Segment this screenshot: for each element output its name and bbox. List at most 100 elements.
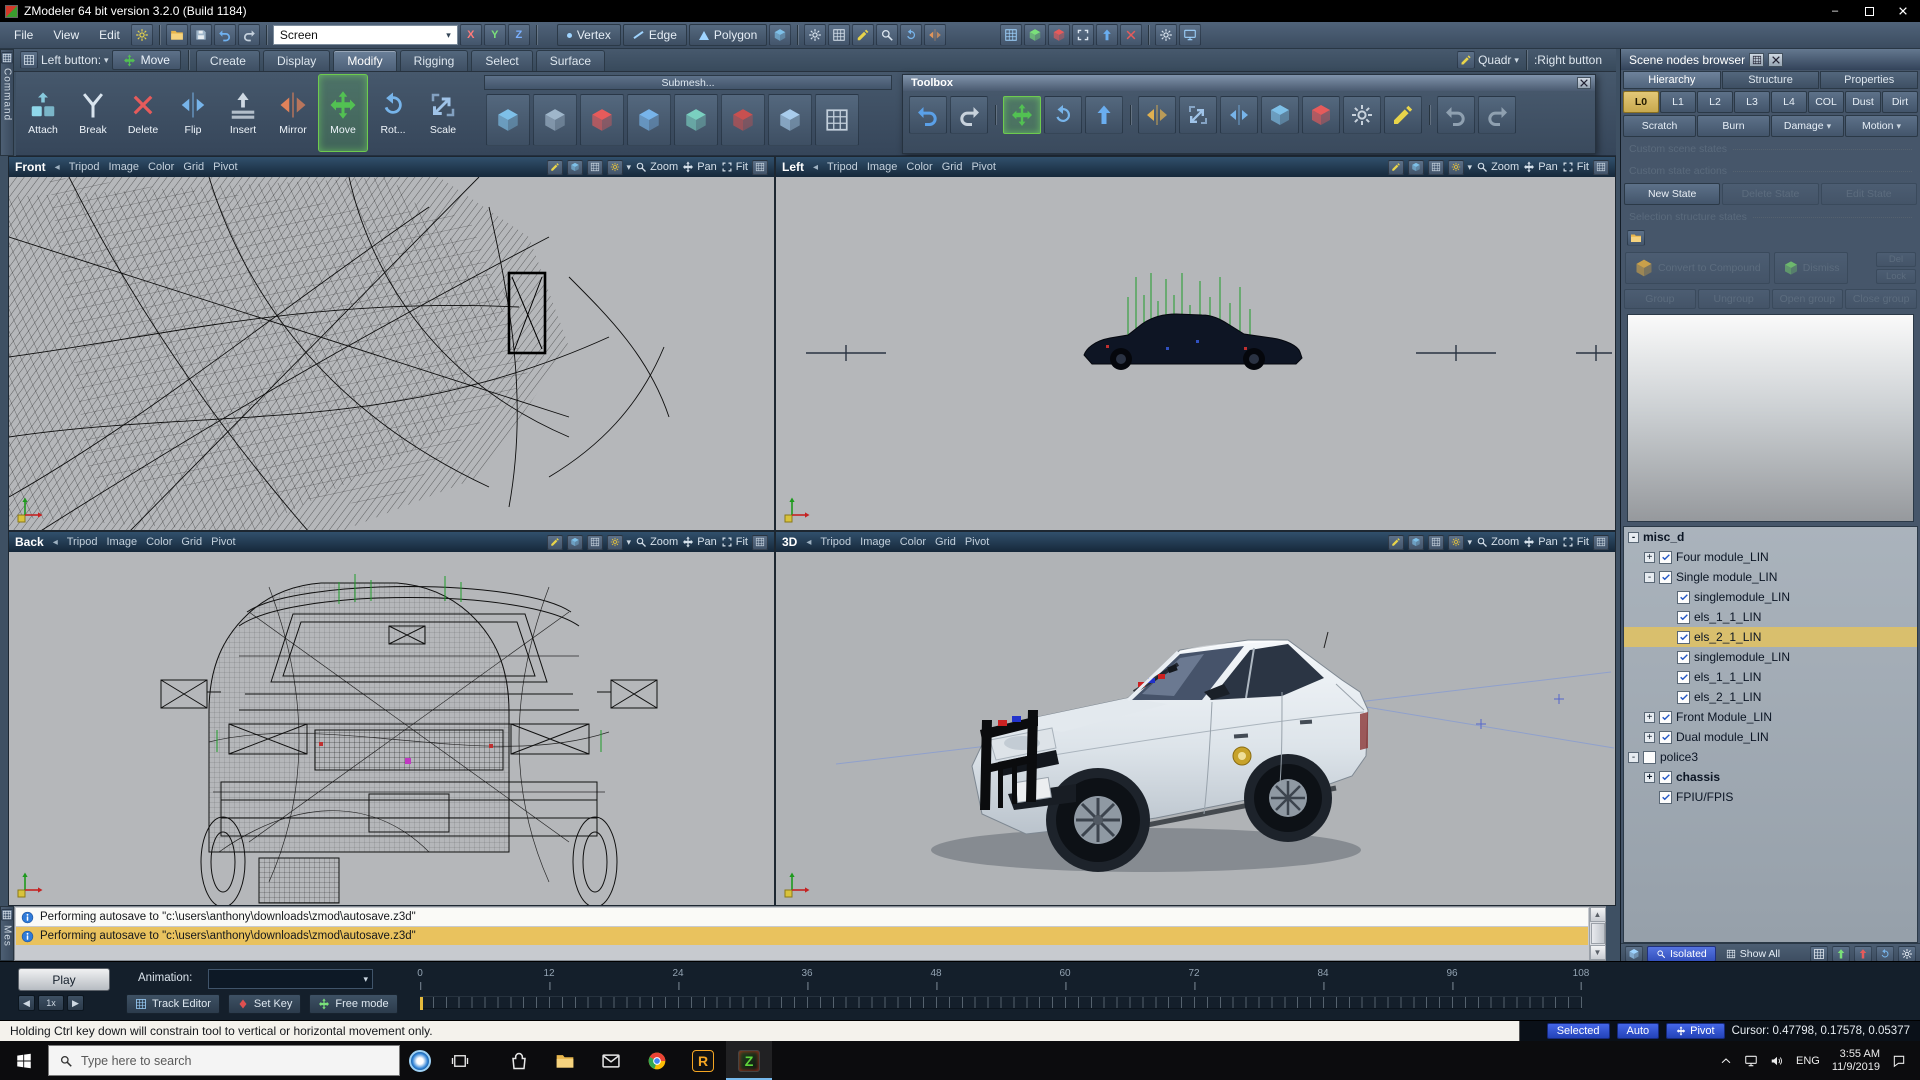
submesh-sever-icon[interactable] <box>721 94 765 146</box>
pin-panel-icon[interactable] <box>1749 53 1764 67</box>
menu-view[interactable]: View <box>44 24 88 46</box>
lod-l4-button[interactable]: L4 <box>1771 91 1807 113</box>
axis-y-toggle[interactable]: Y <box>484 24 506 46</box>
tool-flip[interactable]: Flip <box>168 74 218 152</box>
tree-node-els-1-1[interactable]: els_1_1_LIN <box>1624 667 1917 687</box>
node-checkbox[interactable] <box>1677 611 1690 624</box>
lod-l3-button[interactable]: L3 <box>1734 91 1770 113</box>
undo-icon[interactable] <box>214 24 236 46</box>
start-button[interactable] <box>0 1041 48 1080</box>
tree-node-chassis[interactable]: +chassis <box>1624 767 1917 787</box>
toolbox-cube-red-icon[interactable] <box>1302 96 1340 134</box>
messages-rail-icon[interactable] <box>1 909 13 921</box>
zoom-tool-icon[interactable] <box>876 24 898 46</box>
timeline[interactable]: 0 12 24 36 48 60 72 84 96 108 <box>420 968 1600 1014</box>
language-indicator[interactable]: ENG <box>1796 1055 1820 1067</box>
pan-control[interactable]: Pan <box>1523 161 1558 173</box>
toolbox-flip-icon[interactable] <box>1220 96 1258 134</box>
viewport-left-canvas[interactable] <box>776 177 1615 530</box>
fit-view-icon[interactable] <box>1072 24 1094 46</box>
vertex-mode-button[interactable]: Vertex <box>557 24 621 46</box>
isolated-button[interactable]: Isolated <box>1647 946 1716 962</box>
node-checkbox[interactable] <box>1677 631 1690 644</box>
taskbar-search[interactable] <box>48 1045 400 1076</box>
tool-scale[interactable]: Scale <box>418 74 468 152</box>
expander-icon[interactable]: + <box>1644 732 1655 743</box>
free-mode-button[interactable]: Free mode <box>309 994 397 1014</box>
submesh-split-icon[interactable] <box>627 94 671 146</box>
viewport-menu-tripod[interactable]: Tripod <box>827 161 858 173</box>
command-rail-icon[interactable] <box>1 52 13 64</box>
viewport-menu-pivot[interactable]: Pivot <box>211 536 235 548</box>
settings-icon[interactable] <box>804 24 826 46</box>
speed-down-icon[interactable]: ◀ <box>18 995 35 1011</box>
viewport-back-canvas[interactable] <box>9 552 774 905</box>
pencil-icon[interactable] <box>1388 160 1404 175</box>
pivot-toggle[interactable]: Pivot <box>1666 1023 1724 1039</box>
lighting-icon[interactable] <box>607 160 623 175</box>
viewport-front-name[interactable]: Front <box>15 160 46 174</box>
taskbar-app-rockstar[interactable]: R <box>680 1041 726 1080</box>
node-checkbox[interactable] <box>1677 591 1690 604</box>
toolbox-undo-icon[interactable] <box>909 96 947 134</box>
viewport-left-name[interactable]: Left <box>782 160 804 174</box>
fit-control[interactable]: Fit <box>721 161 748 173</box>
viewport-menu-image[interactable]: Image <box>860 536 891 548</box>
tree-node-fpiu-fpis[interactable]: FPIU/FPIS <box>1624 787 1917 807</box>
scroll-thumb[interactable] <box>1591 923 1605 944</box>
search-input[interactable] <box>81 1054 361 1068</box>
viewport-menu-image[interactable]: Image <box>108 161 139 173</box>
track-editor-button[interactable]: Track Editor <box>126 994 220 1014</box>
collapse-all-icon[interactable] <box>1854 946 1872 962</box>
tree-node-dual-module[interactable]: +Dual module_LIN <box>1624 727 1917 747</box>
expander-icon[interactable]: + <box>1644 552 1655 563</box>
snap-edge-icon[interactable] <box>1048 24 1070 46</box>
pan-control[interactable]: Pan <box>1523 536 1558 548</box>
tab-structure[interactable]: Structure <box>1722 71 1820 89</box>
tray-expand-icon[interactable] <box>1720 1055 1732 1067</box>
tab-select[interactable]: Select <box>471 50 532 71</box>
toolbox-mirror-icon[interactable] <box>1138 96 1176 134</box>
tab-properties[interactable]: Properties <box>1820 71 1918 89</box>
viewport-menu-color[interactable]: Color <box>148 161 174 173</box>
display-options-icon[interactable] <box>1179 24 1201 46</box>
shading-icon[interactable] <box>567 160 583 175</box>
timeline-playhead[interactable] <box>420 997 423 1010</box>
zoom-control[interactable]: Zoom <box>635 536 678 548</box>
action-center-icon[interactable] <box>1892 1054 1906 1068</box>
fit-control[interactable]: Fit <box>1562 161 1589 173</box>
wireframe-icon[interactable] <box>1428 160 1444 175</box>
minimize-button[interactable]: – <box>1818 0 1852 22</box>
maximize-viewport-icon[interactable] <box>752 160 768 175</box>
new-state-button[interactable]: New State <box>1624 183 1720 205</box>
expander-icon[interactable]: + <box>1644 712 1655 723</box>
lighting-icon[interactable] <box>607 535 623 550</box>
sort-icon[interactable] <box>1810 946 1828 962</box>
network-icon[interactable] <box>1744 1054 1758 1068</box>
task-view-button[interactable] <box>440 1041 480 1080</box>
chevron-down-icon[interactable]: ▾ <box>1468 537 1473 548</box>
lod-l2-button[interactable]: L2 <box>1697 91 1733 113</box>
expander-icon[interactable]: - <box>1628 752 1639 763</box>
viewport-menu-pivot[interactable]: Pivot <box>213 161 237 173</box>
viewport-menu-pivot[interactable]: Pivot <box>971 161 995 173</box>
submesh-unify-icon[interactable] <box>768 94 812 146</box>
submesh-weld-icon[interactable] <box>580 94 624 146</box>
viewport-menu-color[interactable]: Color <box>900 536 926 548</box>
pan-control[interactable]: Pan <box>682 536 717 548</box>
zoom-control[interactable]: Zoom <box>1476 536 1519 548</box>
close-panel-icon[interactable] <box>1768 53 1783 67</box>
quadr-label[interactable]: Quadr <box>1478 53 1511 67</box>
expander-icon[interactable]: - <box>1644 572 1655 583</box>
viewport-collapse-icon[interactable]: ◂ <box>813 162 818 173</box>
node-checkbox-unchecked[interactable] <box>1643 751 1656 764</box>
viewport-menu-tripod[interactable]: Tripod <box>67 536 98 548</box>
chevron-down-icon[interactable]: ▾ <box>627 162 632 173</box>
options-icon[interactable] <box>1898 946 1916 962</box>
log-row[interactable]: Performing autosave to "c:\users\anthony… <box>16 908 1588 926</box>
toolbox-pencil-icon[interactable] <box>1384 96 1422 134</box>
edge-mode-button[interactable]: Edge <box>623 24 687 46</box>
tree-node-four-module[interactable]: +Four module_LIN <box>1624 547 1917 567</box>
tree-node-singlemodule[interactable]: singlemodule_LIN <box>1624 587 1917 607</box>
viewport-collapse-icon[interactable]: ◂ <box>53 537 58 548</box>
